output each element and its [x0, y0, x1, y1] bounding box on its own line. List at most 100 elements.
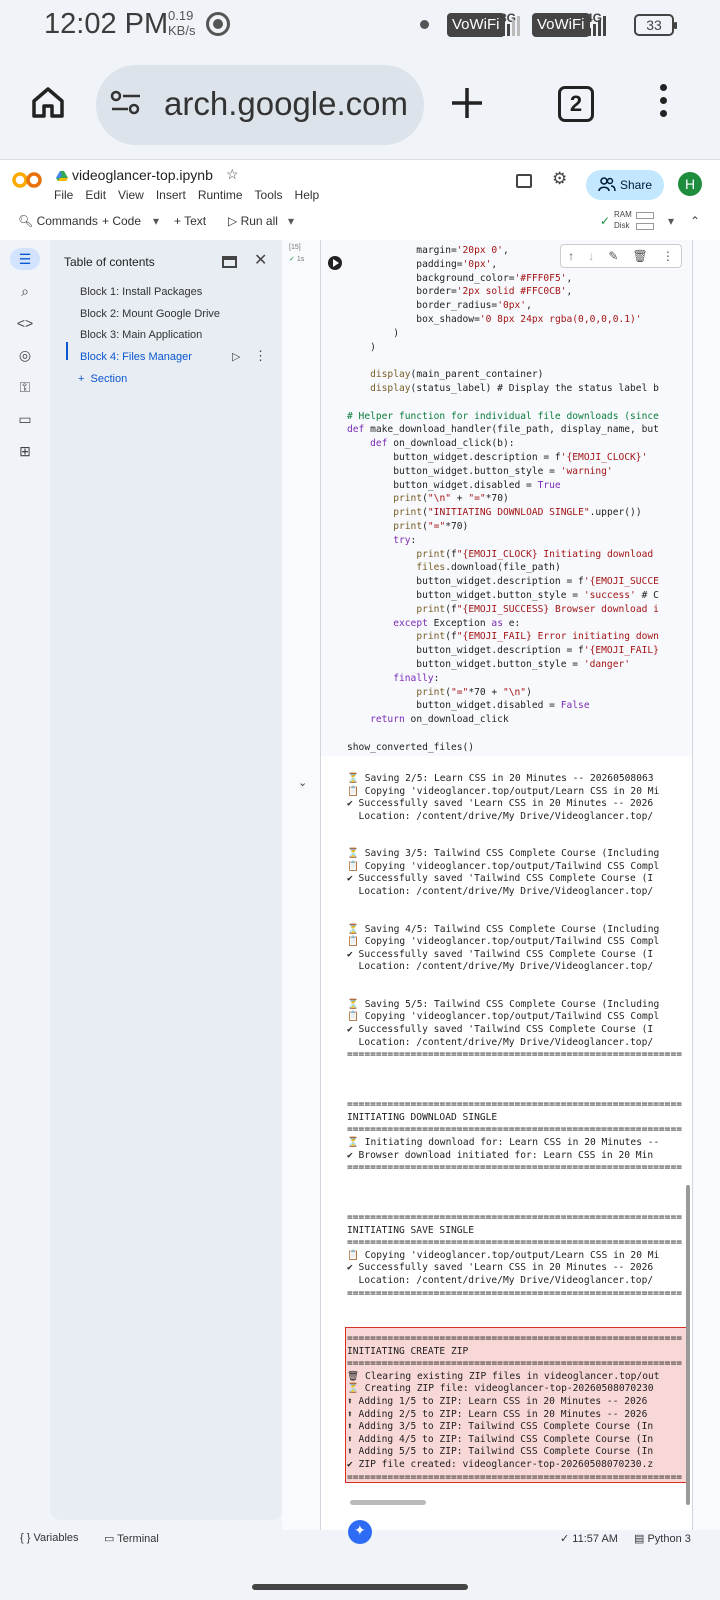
- code-line: button_widget.disabled = True: [347, 479, 561, 491]
- code-line: button_widget.button_style = 'danger': [347, 659, 631, 670]
- comment-icon[interactable]: [516, 174, 532, 188]
- run-all-play-icon: ▷: [228, 214, 238, 228]
- output-line: ========================================…: [347, 1287, 683, 1299]
- edit-pencil-icon[interactable]: ✎: [608, 249, 618, 263]
- delete-icon[interactable]: 🗑︎: [633, 249, 648, 263]
- code-line: button_widget.description = f'{EMOJI_SUC…: [347, 576, 659, 588]
- code-editor[interactable]: margin='20px 0', padding='0px', backgrou…: [321, 240, 692, 756]
- cell-toolbar: ↑ ↓ ✎ 🗑︎ ⋮: [560, 244, 682, 268]
- colab-logo-icon[interactable]: [12, 172, 42, 188]
- cell-success-check-icon: ✓: [289, 256, 295, 263]
- code-line: background_color='#FFF0F5',: [347, 272, 573, 284]
- toc-item-block-1[interactable]: Block 1: Install Packages: [80, 286, 202, 298]
- network-speed-value: 0.19: [168, 8, 194, 23]
- run-cell-button[interactable]: [328, 256, 342, 270]
- code-line: print(f"{EMOJI_SUCCESS} Browser download…: [416, 603, 659, 615]
- code-line: print("INITIATING DOWNLOAD SINGLE".upper…: [393, 507, 642, 519]
- more-options-icon[interactable]: ⋮: [662, 249, 674, 263]
- menu-edit[interactable]: Edit: [85, 188, 106, 202]
- cell-exec-status: ✓ 1s: [289, 255, 304, 263]
- more-options-icon[interactable]: [660, 84, 668, 120]
- cell-exec-time: 1s: [296, 256, 305, 263]
- output-horizontal-scrollbar[interactable]: [350, 1500, 426, 1505]
- runtime-label: Python 3: [647, 1533, 691, 1545]
- menu-help[interactable]: Help: [295, 188, 320, 202]
- avatar[interactable]: H: [678, 172, 702, 196]
- add-code-dropdown-icon[interactable]: ▾: [153, 214, 159, 228]
- output-vertical-scrollbar[interactable]: [686, 1185, 690, 1505]
- collapse-output-icon[interactable]: ⌄: [298, 776, 307, 789]
- star-icon[interactable]: ☆: [226, 166, 239, 183]
- menu-view[interactable]: View: [118, 188, 144, 202]
- secrets-key-icon[interactable]: ⚿: [14, 376, 36, 398]
- add-section-label: Section: [90, 373, 128, 385]
- terminal-label: Terminal: [117, 1533, 159, 1545]
- files-folder-icon[interactable]: ▭: [14, 408, 36, 430]
- code-line: button_widget.description = f'{EMOJI_FAI…: [347, 645, 659, 657]
- notebook-title[interactable]: videoglancer-top.ipynb: [72, 167, 213, 183]
- find-icon[interactable]: ⌕: [14, 280, 36, 302]
- menu-file[interactable]: File: [54, 188, 73, 202]
- network-speed: 0.19 KB/s: [168, 8, 195, 38]
- gemini-icon[interactable]: [348, 1520, 372, 1544]
- runtime-button[interactable]: ▤ Python 3: [634, 1532, 691, 1545]
- vowifi-badge: VoWiFi: [532, 13, 590, 37]
- code-line: show_converted_files(): [347, 741, 475, 753]
- disk-bar: [636, 223, 654, 230]
- move-down-icon[interactable]: ↓: [588, 249, 594, 263]
- drive-icon: [56, 169, 68, 181]
- commands-button[interactable]: 🔍︎ Commands: [18, 214, 98, 228]
- share-people-icon: [598, 176, 616, 192]
- run-section-icon[interactable]: ▷: [232, 350, 240, 363]
- collapse-header-icon[interactable]: ⌃: [690, 214, 700, 228]
- add-section-button[interactable]: + Section: [78, 373, 127, 385]
- disk-label: Disk: [614, 221, 630, 230]
- site-settings-icon[interactable]: [110, 90, 142, 116]
- screen-record-icon: [206, 12, 230, 36]
- home-indicator: [252, 1584, 468, 1590]
- signal-icon: [588, 14, 606, 36]
- open-in-tab-icon[interactable]: [222, 256, 237, 268]
- run-all-dropdown-icon[interactable]: ▾: [288, 214, 294, 228]
- variables-button[interactable]: { } Variables: [20, 1532, 79, 1544]
- menu-runtime[interactable]: Runtime: [198, 188, 243, 202]
- ram-label: RAM: [614, 210, 632, 219]
- menu-insert[interactable]: Insert: [156, 188, 186, 202]
- status-time: 12:02 PM: [44, 8, 169, 40]
- data-table-icon[interactable]: ⊞: [14, 440, 36, 462]
- home-icon[interactable]: [30, 84, 66, 120]
- runtime-dropdown-icon[interactable]: ▾: [668, 214, 674, 228]
- settings-gear-icon[interactable]: ⚙: [552, 169, 567, 189]
- code-line: def make_download_handler(file_path, dis…: [347, 424, 659, 436]
- last-run-status[interactable]: ✓ 11:57 AM: [560, 1532, 618, 1545]
- code-snippets-icon[interactable]: <>: [14, 312, 36, 334]
- toc-item-block-2[interactable]: Block 2: Mount Google Drive: [80, 308, 220, 320]
- terminal-button[interactable]: ▭ Terminal: [104, 1532, 159, 1545]
- menu-tools[interactable]: Tools: [255, 188, 283, 202]
- section-more-icon[interactable]: ⋮: [254, 348, 267, 364]
- variables-inspector-icon[interactable]: ◎: [14, 344, 36, 366]
- commands-label: Commands: [36, 214, 98, 228]
- tab-switcher-button[interactable]: 2: [558, 86, 594, 122]
- toc-item-block-4[interactable]: Block 4: Files Manager: [80, 351, 192, 363]
- add-code-button[interactable]: + Code: [102, 214, 141, 228]
- table-of-contents-icon[interactable]: ☰: [14, 248, 36, 270]
- resource-meter[interactable]: RAM Disk: [614, 210, 654, 232]
- search-icon: 🔍︎: [18, 214, 34, 228]
- share-label: Share: [620, 178, 653, 192]
- network-speed-unit: KB/s: [168, 23, 196, 38]
- url-text[interactable]: arch.google.com: [164, 85, 408, 123]
- code-line: # Helper function for individual file do…: [347, 410, 659, 422]
- new-tab-icon[interactable]: [450, 86, 484, 120]
- add-text-button[interactable]: + Text: [174, 214, 206, 228]
- close-icon[interactable]: ✕: [254, 250, 267, 270]
- run-all-button[interactable]: ▷ Run all: [228, 214, 278, 228]
- toc-item-block-3[interactable]: Block 3: Main Application: [80, 329, 202, 341]
- battery-icon: 33: [634, 14, 677, 36]
- connected-check-icon: ✓: [600, 214, 611, 228]
- code-line: try:: [393, 534, 417, 546]
- move-up-icon[interactable]: ↑: [568, 249, 574, 263]
